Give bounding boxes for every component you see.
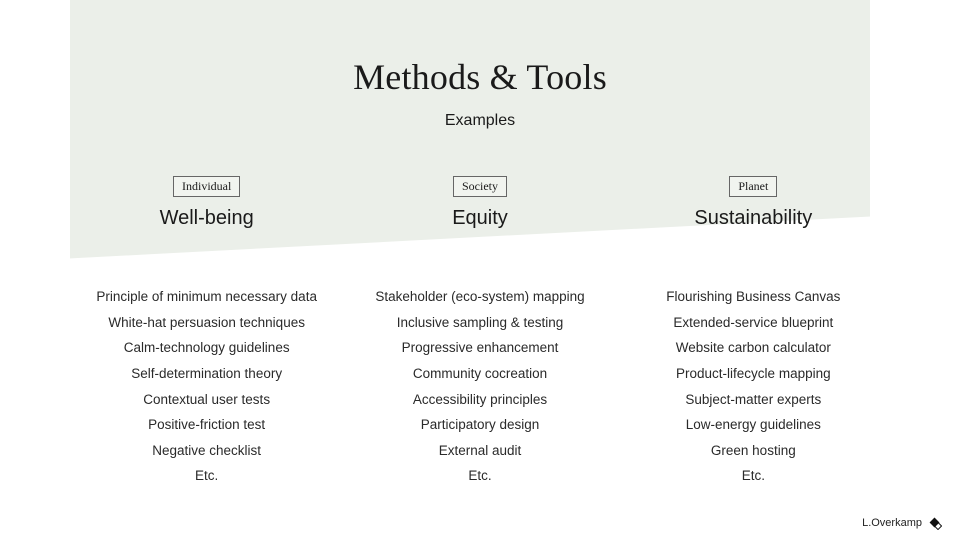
list-item: External audit [343, 438, 616, 464]
list-item: Low-energy guidelines [617, 412, 890, 438]
list-item: Principle of minimum necessary data [70, 284, 343, 310]
pillar-sustainability: Sustainability [617, 207, 890, 230]
list-item: Calm-technology guidelines [70, 335, 343, 361]
footer-credit: L.Overkamp [862, 517, 922, 529]
column-individual: Individual Well-being Principle of minim… [70, 176, 343, 489]
list-item: Extended-service blueprint [617, 310, 890, 336]
list-item: Stakeholder (eco-system) mapping [343, 284, 616, 310]
tag-planet: Planet [729, 176, 777, 197]
columns-container: Individual Well-being Principle of minim… [70, 176, 890, 489]
list-item: Progressive enhancement [343, 335, 616, 361]
heart-diamond-icon [928, 516, 942, 530]
list-item: Inclusive sampling & testing [343, 310, 616, 336]
list-item: Etc. [617, 463, 890, 489]
list-item: White-hat persuasion techniques [70, 310, 343, 336]
list-item: Subject-matter experts [617, 387, 890, 413]
column-planet: Planet Sustainability Flourishing Busine… [617, 176, 890, 489]
list-item: Self-determination theory [70, 361, 343, 387]
pillar-equity: Equity [343, 207, 616, 230]
tag-individual: Individual [173, 176, 240, 197]
list-item: Etc. [70, 463, 343, 489]
list-item: Product-lifecycle mapping [617, 361, 890, 387]
list-item: Contextual user tests [70, 387, 343, 413]
list-item: Website carbon calculator [617, 335, 890, 361]
list-item: Green hosting [617, 438, 890, 464]
list-item: Positive-friction test [70, 412, 343, 438]
list-item: Accessibility principles [343, 387, 616, 413]
page-subtitle: Examples [0, 112, 960, 130]
tag-society: Society [453, 176, 507, 197]
list-item: Community cocreation [343, 361, 616, 387]
column-society: Society Equity Stakeholder (eco-system) … [343, 176, 616, 489]
list-item: Negative checklist [70, 438, 343, 464]
footer: L.Overkamp [862, 516, 942, 530]
list-item: Etc. [343, 463, 616, 489]
page-title: Methods & Tools [0, 0, 960, 98]
list-item: Participatory design [343, 412, 616, 438]
pillar-wellbeing: Well-being [70, 207, 343, 230]
list-item: Flourishing Business Canvas [617, 284, 890, 310]
